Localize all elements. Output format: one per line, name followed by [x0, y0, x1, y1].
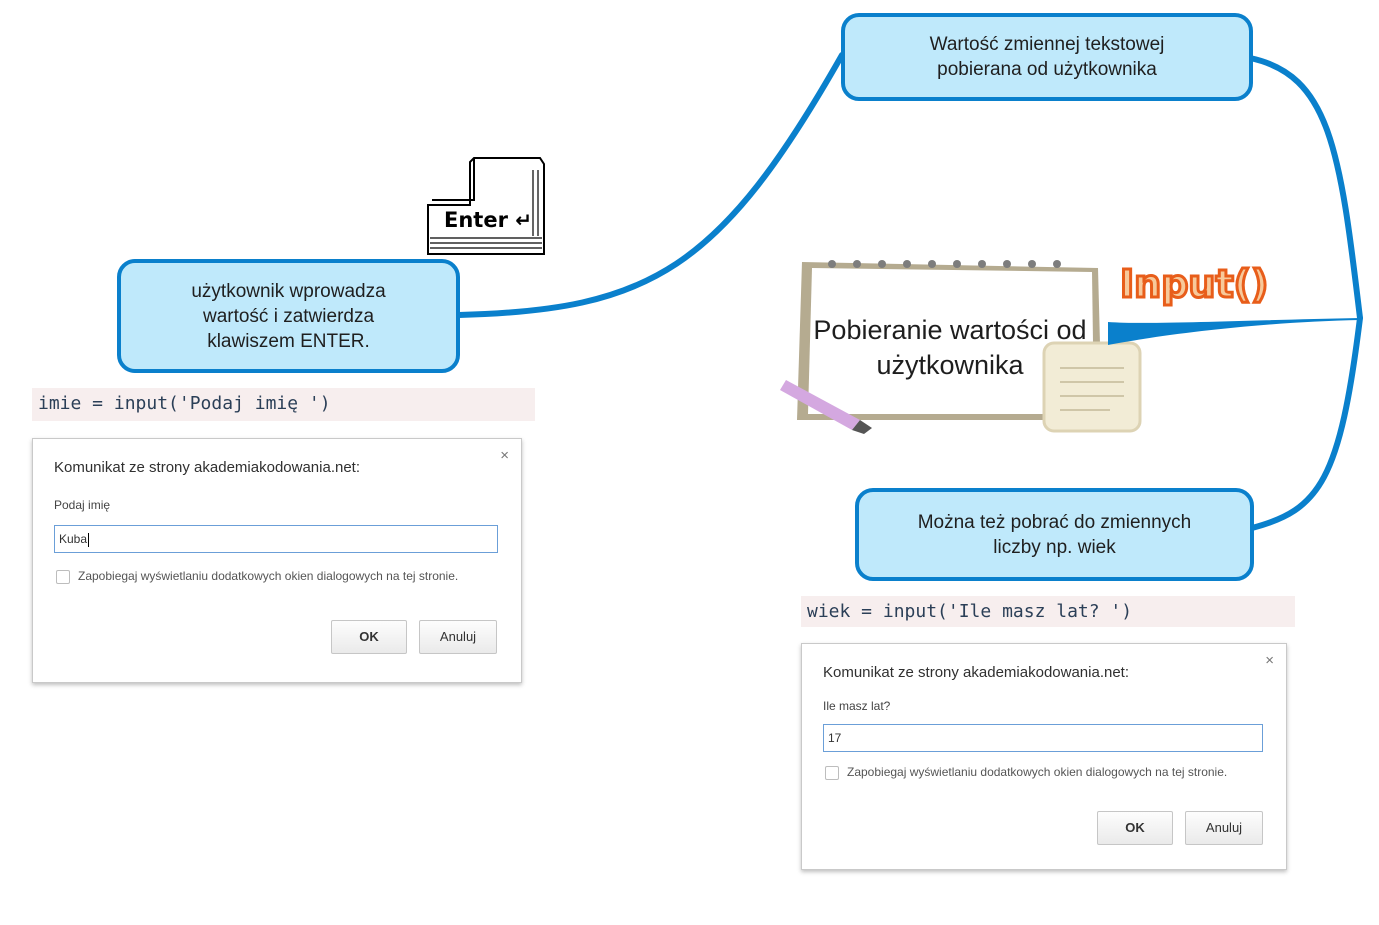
bubble-text-line: wartość i zatwierdza: [202, 305, 375, 327]
bubble-text-line: Wartość zmiennej tekstowej: [929, 34, 1165, 55]
bubble-text-line: liczby np. wiek: [993, 536, 1116, 558]
dialog-prompt: Podaj imię: [54, 498, 111, 512]
bubble-text-line: pobierana od użytkownika: [937, 59, 1157, 80]
ok-button[interactable]: OK: [1097, 811, 1173, 845]
enter-key-text: Enter: [444, 208, 508, 232]
connector-hub-to-bottom: [1249, 315, 1363, 531]
enter-key-icon: [427, 157, 545, 255]
bubble-bottom-right: Można też pobrać do zmiennych liczby np.…: [855, 488, 1254, 581]
dialog-input[interactable]: Kuba: [54, 525, 498, 553]
suppress-dialogs-label: Zapobiegaj wyświetlaniu dodatkowych okie…: [78, 569, 459, 583]
bubble-text-line: klawiszem ENTER.: [207, 330, 370, 352]
suppress-dialogs-checkbox[interactable]: [825, 766, 839, 780]
text-caret: [88, 532, 90, 547]
dialog-input[interactable]: 17: [823, 724, 1263, 752]
input-logo: Input(): [1118, 261, 1269, 308]
close-icon[interactable]: ×: [1265, 652, 1274, 669]
code-line-right: wiek = input('Ile masz lat? '): [801, 596, 1295, 627]
central-topic-line: użytkownika: [876, 350, 1024, 380]
ok-button[interactable]: OK: [331, 620, 407, 654]
bubble-top-right: Wartość zmiennej tekstowej pobierana od …: [841, 13, 1253, 101]
bubble-text-line: użytkownik wprowadza: [191, 280, 386, 302]
close-icon[interactable]: ×: [500, 447, 509, 464]
suppress-dialogs-checkbox[interactable]: [56, 570, 70, 584]
dialog-title: Komunikat ze strony akademiakodowania.ne…: [823, 664, 1130, 681]
dialog-input-value: 17: [828, 731, 842, 745]
central-topic: Pobieranie wartości od użytkownika: [780, 313, 1120, 383]
code-line-left: imie = input('Podaj imię '): [32, 388, 535, 421]
cancel-button[interactable]: Anuluj: [419, 620, 497, 654]
dialog-input-value: Kuba: [59, 532, 88, 546]
enter-key-label: Enter ↵: [444, 208, 532, 232]
dialog-prompt: Ile masz lat?: [823, 699, 891, 713]
prompt-dialog-left: Komunikat ze strony akademiakodowania.ne…: [32, 438, 522, 683]
return-arrow-icon: ↵: [515, 208, 533, 232]
suppress-dialogs-label: Zapobiegaj wyświetlaniu dodatkowych okie…: [847, 765, 1228, 779]
connector-hub-to-topic: [1108, 318, 1360, 345]
bubble-left: użytkownik wprowadza wartość i zatwierdz…: [117, 259, 460, 373]
dialog-title: Komunikat ze strony akademiakodowania.ne…: [54, 459, 361, 476]
cancel-button[interactable]: Anuluj: [1185, 811, 1263, 845]
bubble-text-line: Można też pobrać do zmiennych: [917, 511, 1192, 533]
central-topic-line: Pobieranie wartości od: [813, 315, 1087, 345]
prompt-dialog-right: Komunikat ze strony akademiakodowania.ne…: [801, 643, 1287, 870]
